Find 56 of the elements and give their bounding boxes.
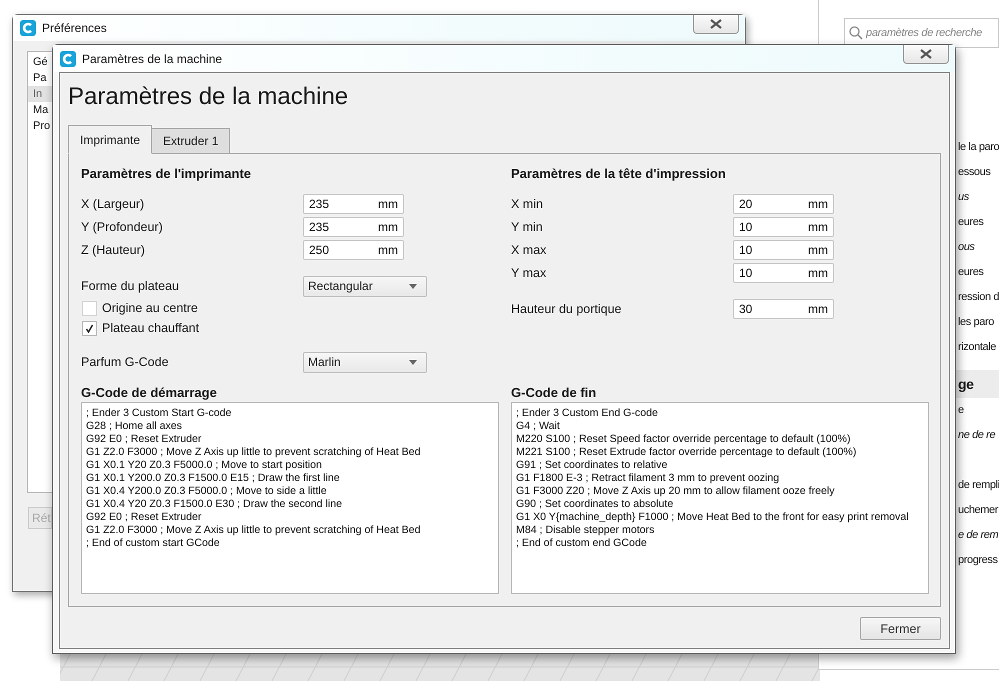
window-title: Préférences: [42, 21, 107, 35]
section-title: Paramètres de la tête d'impression: [511, 166, 727, 181]
gcode-editor[interactable]: ; Ender 3 Custom Start G-code G28 ; Home all axes G92 E0 ; Reset Extruder G1 Z2.0 F3000 ; Move Z Axis up little to prevent scratching of Heat Bed G1 X0.1 Y20 Z0.3 F5000.0 ; Move to start position G1 X0.1 Y200.0 Z0.3 F1500.0 E15 ; Draw the first line G1 X0.4 Y200.0 Z0.3 F5000.0 ; Move to side a little G1 X0.4 Y20 Z0.3 F1500.0 E30 ; Draw the second line G92 E0 ; Reset Extruder G1 Z2.0 F3000 ; Move Z Axis up little to prevent scratching of Heat Bed ; End of custom start GCode: [81, 402, 499, 594]
number-field[interactable]: 235 mm: [303, 217, 404, 237]
section-title: G-Code de démarrage: [81, 385, 218, 400]
close-icon: [920, 49, 932, 59]
dropdown[interactable]: Marlin: [303, 352, 427, 372]
field-label: X max: [511, 243, 548, 257]
section-title: G-Code de fin: [511, 385, 598, 400]
close-button[interactable]: [693, 15, 739, 34]
field-label: Z (Hauteur): [81, 243, 146, 257]
close-icon: [710, 19, 722, 29]
tab[interactable]: Imprimante: [68, 125, 152, 154]
dialog-heading: Paramètres de la machine: [68, 82, 350, 112]
search-icon: [849, 26, 863, 40]
caret-icon: [409, 360, 417, 364]
field-label: Y (Profondeur): [81, 220, 164, 234]
number-field[interactable]: 10 mm: [733, 263, 834, 283]
unit-label: mm: [378, 197, 398, 211]
unit-label: mm: [378, 220, 398, 234]
field-label: X (Largeur): [81, 197, 146, 211]
number-field[interactable]: 250 mm: [303, 240, 404, 260]
checkbox[interactable]: [82, 320, 97, 336]
search-input[interactable]: paramètres de recherche: [866, 27, 998, 39]
section-title: Paramètres de l'imprimante: [81, 166, 252, 181]
field-label: Hauteur du portique: [511, 302, 622, 316]
gcode-editor[interactable]: ; Ender 3 Custom End G-code G4 ; Wait M220 S100 ; Reset Speed factor override percentage to default (100%) M221 S100 ; Reset Extrude factor override percentage to default (100%) G91 ; Set coordinates to relative G1 F1800 E-3 ; Retract filament 3 mm to prevent oozing G1 F3000 Z20 ; Move Z Axis up 20 mm to allow filament ooze freely G90 ; Set coordinates to absolute G1 X0 Y{machine_depth} F1000 ; Move Heat Bed to the front for easy print removal M84 ; Disable stepper motors ; End of custom end GCode: [511, 402, 929, 594]
field-label: Parfum G-Code: [81, 355, 170, 369]
number-field[interactable]: 30 mm: [733, 299, 834, 319]
app-logo-icon: [20, 20, 36, 36]
number-field[interactable]: 10 mm: [733, 217, 834, 237]
search-field[interactable]: paramètres de recherche: [844, 18, 999, 48]
unit-label: mm: [808, 266, 828, 280]
checkbox-label: Origine au centre: [102, 301, 198, 315]
check-icon: [85, 324, 94, 332]
number-field[interactable]: 235 mm: [303, 194, 404, 214]
field-label: Y max: [511, 266, 548, 280]
unit-label: mm: [808, 220, 828, 234]
app-logo-icon: [60, 50, 76, 66]
tab[interactable]: Extruder 1: [152, 128, 230, 153]
field-label: Forme du plateau: [81, 279, 180, 293]
close-button[interactable]: [903, 45, 949, 64]
unit-label: mm: [808, 197, 828, 211]
field-label: Y min: [511, 220, 544, 234]
field-label: X min: [511, 197, 544, 211]
caret-icon: [409, 284, 417, 288]
unit-label: mm: [808, 302, 828, 316]
checkbox-label: Plateau chauffant: [102, 321, 200, 335]
unit-label: mm: [808, 243, 828, 257]
unit-label: mm: [378, 243, 398, 257]
window-title: Paramètres de la machine: [82, 52, 222, 66]
dropdown[interactable]: Rectangular: [303, 276, 427, 296]
number-field[interactable]: 10 mm: [733, 240, 834, 260]
checkbox[interactable]: [82, 300, 97, 316]
close-dialog-button[interactable]: Fermer: [860, 617, 941, 640]
number-field[interactable]: 20 mm: [733, 194, 834, 214]
